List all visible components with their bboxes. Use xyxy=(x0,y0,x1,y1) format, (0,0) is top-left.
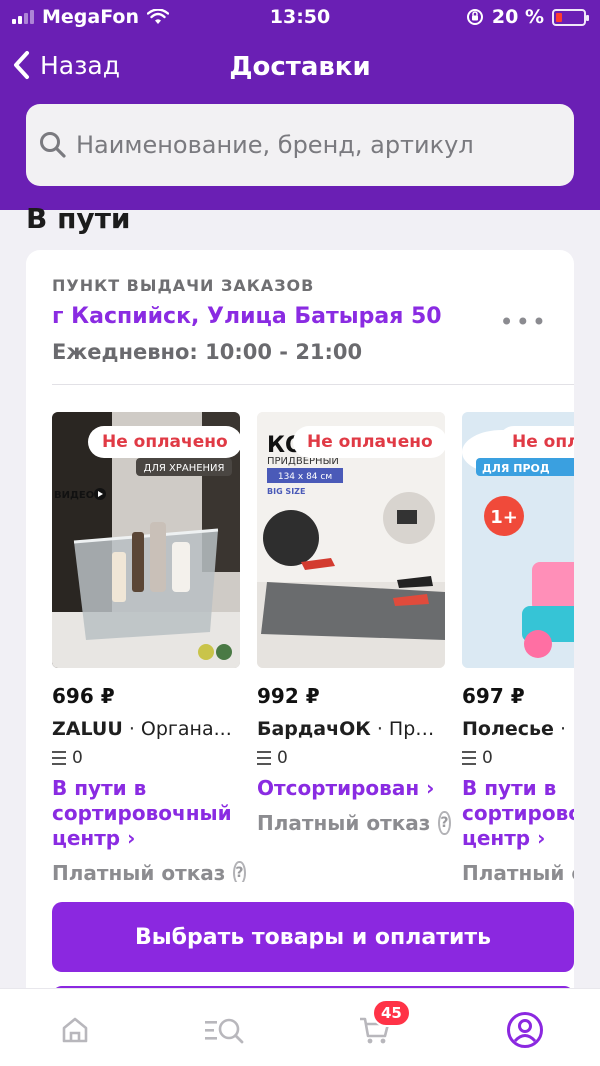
search-bar[interactable] xyxy=(26,104,574,186)
product-qty: 0 xyxy=(257,748,445,768)
product-price: 992 ₽ xyxy=(257,684,320,708)
delivery-status-link[interactable]: В пути в сортировочный центр › xyxy=(52,776,240,851)
tab-catalog[interactable] xyxy=(200,1005,250,1055)
product-card[interactable]: ДЛЯ ХРАНЕНИЯ ВИДЕО Не оплачено 696 ₽ ZAL… xyxy=(52,412,246,882)
status-badge: Не оплачено xyxy=(293,426,445,458)
image-big-label: BIG SIZE xyxy=(267,487,305,496)
search-icon xyxy=(40,132,66,158)
product-name: ZALUU · Органа... xyxy=(52,718,232,740)
more-options-button[interactable]: ••• xyxy=(500,308,548,336)
product-name: Полесье · xyxy=(462,718,567,740)
header: MegaFon 13:50 20 % Назад Доставки xyxy=(0,0,600,210)
tab-cart[interactable]: 45 xyxy=(350,999,411,1055)
search-input[interactable] xyxy=(76,131,556,159)
product-card[interactable]: КО ПРИДВЕРНЫЙ 134 x 84 см BIG SIZE Не оп… xyxy=(257,412,451,835)
help-icon[interactable]: ? xyxy=(438,811,451,835)
product-image[interactable]: КО ПРИДВЕРНЫЙ 134 x 84 см BIG SIZE Не оп… xyxy=(257,412,445,668)
cart-count-badge: 45 xyxy=(372,999,411,1027)
nav-bar: Назад Доставки xyxy=(0,44,600,94)
status-bar: MegaFon 13:50 20 % xyxy=(0,0,600,34)
status-right: 20 % xyxy=(466,6,589,28)
battery-percent: 20 % xyxy=(491,6,544,28)
status-badge: Не оплачено xyxy=(498,426,574,458)
product-qty: 0 xyxy=(462,748,574,768)
delivery-status-link[interactable]: Отсортирован › xyxy=(257,776,445,801)
product-qty: 0 xyxy=(52,748,240,768)
paid-refusal: Платный отказ xyxy=(462,861,574,882)
pickup-hours: Ежедневно: 10:00 - 21:00 xyxy=(52,340,363,364)
select-and-pay-button[interactable]: Выбрать товары и оплатить xyxy=(52,902,574,972)
image-age-label: 1+ xyxy=(490,507,518,528)
back-button[interactable]: Назад xyxy=(12,50,120,80)
image-video-label: ВИДЕО xyxy=(54,490,94,501)
product-card[interactable]: ДЛЯ ПРОД 1+ Не оплачено 697 ₽ Полесье · … xyxy=(462,412,574,882)
image-size-label: 134 x 84 см xyxy=(278,472,332,482)
chevron-left-icon xyxy=(14,51,29,79)
section-title: В пути xyxy=(26,202,131,235)
image-caption: ДЛЯ ХРАНЕНИЯ xyxy=(144,463,225,474)
list-icon xyxy=(52,751,66,765)
list-icon xyxy=(462,751,476,765)
catalog-search-icon xyxy=(205,1018,244,1044)
list-icon xyxy=(257,751,271,765)
home-icon xyxy=(62,1017,88,1043)
delivery-status-link[interactable]: В пути в сортировочный центр › xyxy=(462,776,574,851)
paid-refusal: Платный отказ ? xyxy=(52,861,246,882)
product-price: 697 ₽ xyxy=(462,684,525,708)
tab-home[interactable] xyxy=(50,1005,100,1055)
delivery-card: ПУНКТ ВЫДАЧИ ЗАКАЗОВ г Каспийск, Улица Б… xyxy=(26,250,574,1010)
products-carousel[interactable]: ДЛЯ ХРАНЕНИЯ ВИДЕО Не оплачено 696 ₽ ZAL… xyxy=(52,412,574,882)
divider xyxy=(52,384,574,385)
tab-bar: 45 xyxy=(0,988,600,1066)
image-caption: ДЛЯ ПРОД xyxy=(482,462,550,475)
product-image[interactable]: ДЛЯ ХРАНЕНИЯ ВИДЕО Не оплачено xyxy=(52,412,240,668)
product-image[interactable]: ДЛЯ ПРОД 1+ Не оплачено xyxy=(462,412,574,668)
help-icon[interactable]: ? xyxy=(233,861,246,882)
product-name: БардачОК · При... xyxy=(257,718,445,740)
tab-profile[interactable] xyxy=(500,1005,550,1055)
product-price: 696 ₽ xyxy=(52,684,115,708)
pickup-address[interactable]: г Каспийск, Улица Батырая 50 xyxy=(52,304,442,329)
orientation-lock-icon xyxy=(466,9,483,25)
profile-icon xyxy=(507,1012,543,1048)
back-label: Назад xyxy=(40,50,121,80)
battery-icon xyxy=(552,8,589,26)
pickup-label: ПУНКТ ВЫДАЧИ ЗАКАЗОВ xyxy=(52,276,315,295)
paid-refusal: Платный отказ ? xyxy=(257,811,451,835)
status-badge: Не оплачено xyxy=(88,426,240,458)
